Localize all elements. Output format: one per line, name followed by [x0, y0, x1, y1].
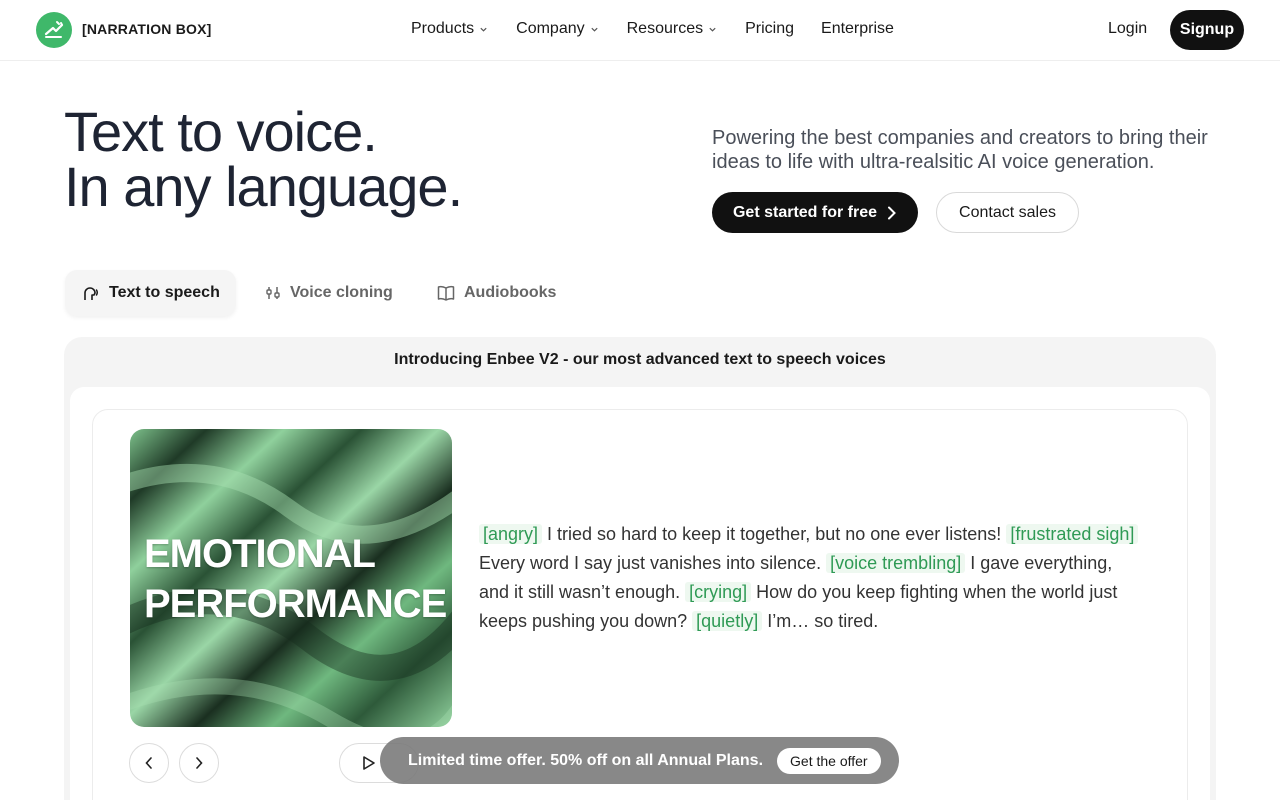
chevron-down-icon — [480, 27, 487, 32]
tab-label: Voice cloning — [290, 284, 393, 301]
demo-script-text: [angry] I tried so hard to keep it toget… — [479, 520, 1139, 636]
artwork-title-line-1: EMOTIONAL — [144, 532, 376, 576]
nav-link-label: Resources — [626, 20, 704, 37]
sliders-icon — [266, 287, 280, 299]
limited-offer-banner: Limited time offer. 50% off on all Annua… — [380, 737, 899, 784]
artwork-title: EMOTIONAL PERFORMANCE — [144, 529, 447, 629]
previous-button[interactable] — [129, 743, 169, 783]
tab-voice-cloning[interactable]: Voice cloning — [265, 270, 393, 316]
get-started-button[interactable]: Get started for free — [712, 192, 918, 233]
nav-pricing[interactable]: Pricing — [745, 20, 794, 38]
emotional-performance-artwork: EMOTIONAL PERFORMANCE — [130, 429, 452, 727]
chevron-down-icon — [591, 27, 598, 32]
main-menu: Products Company Resources Pricing Enter… — [411, 20, 894, 38]
emotion-tag: [quietly] — [692, 611, 763, 631]
contact-sales-button[interactable]: Contact sales — [936, 192, 1079, 233]
hero-title: Text to voice. In any language. — [64, 100, 463, 218]
next-button[interactable] — [179, 743, 219, 783]
chevron-left-icon — [145, 757, 152, 769]
login-link[interactable]: Login — [1108, 20, 1147, 38]
script-segment: I tried so hard to keep it together, but… — [542, 524, 1007, 544]
tab-audiobooks[interactable]: Audiobooks — [437, 270, 556, 316]
emotion-tag: [frustrated sigh] — [1006, 524, 1139, 544]
tab-label: Text to speech — [109, 284, 220, 301]
nav-link-label: Pricing — [745, 20, 795, 37]
nav-company[interactable]: Company — [516, 20, 598, 38]
tab-label: Audiobooks — [464, 284, 557, 301]
announcement-banner: Introducing Enbee V2 - our most advanced… — [394, 351, 886, 368]
emotion-tag: [voice trembling] — [826, 553, 966, 573]
nav-resources[interactable]: Resources — [627, 20, 717, 38]
demo-panel: Introducing Enbee V2 - our most advanced… — [64, 337, 1216, 800]
chevron-right-icon — [196, 757, 203, 769]
nav-link-label: Products — [411, 20, 475, 37]
get-offer-button[interactable]: Get the offer — [777, 747, 881, 774]
nav-enterprise[interactable]: Enterprise — [821, 20, 894, 38]
nav-link-label: Company — [516, 20, 585, 37]
offer-text: Limited time offer. 50% off on all Annua… — [408, 751, 764, 769]
chevron-down-icon — [709, 27, 716, 32]
signup-button[interactable]: Signup — [1170, 10, 1244, 50]
book-icon — [437, 285, 455, 301]
hero-subtitle: Powering the best companies and creators… — [712, 127, 1208, 173]
chevron-right-icon — [888, 206, 896, 219]
emotion-tag: [crying] — [685, 582, 752, 602]
nav-link-label: Enterprise — [821, 20, 894, 37]
hero-title-line-2: In any language. — [64, 155, 463, 218]
speaking-head-icon — [84, 287, 98, 300]
brand-logo-icon[interactable] — [36, 12, 72, 48]
play-icon — [363, 756, 375, 770]
emotion-tag: [angry] — [479, 524, 543, 544]
script-segment: I’m… so tired. — [762, 611, 879, 631]
tab-text-to-speech[interactable]: Text to speech — [65, 270, 236, 316]
brand-name[interactable]: [NARRATION BOX] — [82, 21, 212, 37]
top-nav: [NARRATION BOX] Products Company Resourc… — [0, 0, 1280, 61]
script-segment: Every word I say just vanishes into sile… — [479, 553, 827, 573]
nav-products[interactable]: Products — [411, 20, 488, 38]
hero-title-line-1: Text to voice. — [64, 100, 378, 163]
get-started-label: Get started for free — [732, 203, 878, 221]
artwork-title-line-2: PERFORMANCE — [144, 582, 447, 626]
